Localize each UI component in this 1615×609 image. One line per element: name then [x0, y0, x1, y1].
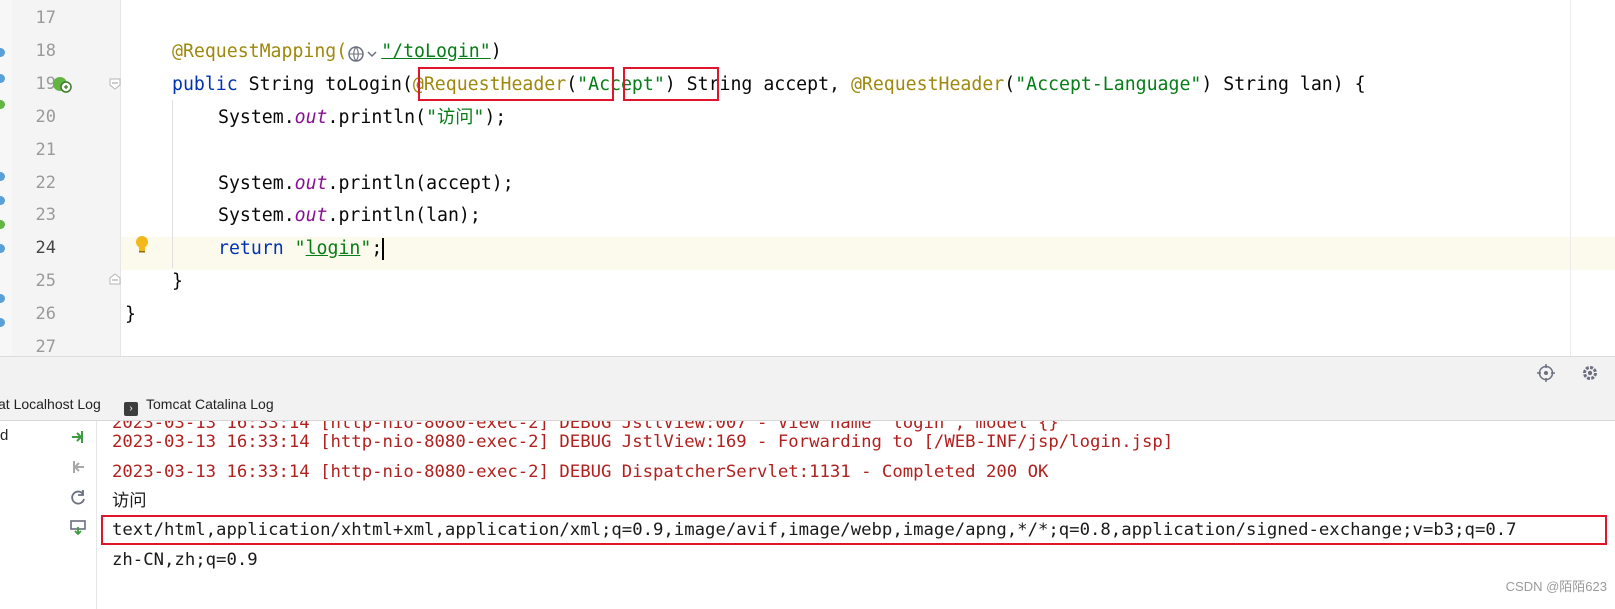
log-line: 2023-03-13 16:33:14 [http-nio-8080-exec-… — [112, 432, 1174, 452]
line-number: 20 — [35, 107, 56, 127]
line-number-current: 24 — [35, 238, 56, 258]
tab-catalina-log[interactable]: › Tomcat Catalina Log — [124, 389, 274, 420]
services-panel[interactable]: d — [0, 421, 61, 609]
class-icon — [0, 172, 5, 181]
watermark: CSDN @陌陌623 — [1505, 579, 1607, 594]
class-icon — [0, 100, 5, 109]
code-token: ( — [1004, 74, 1016, 95]
code-token: ; — [371, 238, 383, 259]
annotation: @RequestMapping( — [172, 41, 348, 62]
code-editor[interactable]: 17 18 19 20 21 22 23 24 25 26 27 @Reques… — [0, 0, 1615, 356]
indent-guide — [172, 100, 173, 268]
log-line: 2023-03-13 16:33:14 [http-nio-8080-exec-… — [112, 462, 1049, 482]
line-number: 25 — [35, 271, 56, 291]
bean-method-icon[interactable] — [50, 72, 74, 96]
code-token: ( — [566, 74, 578, 95]
output-line-accept: text/html,application/xhtml+xml,applicat… — [112, 520, 1517, 540]
log-tabs: at Localhost Log › Tomcat Catalina Log — [0, 389, 1615, 421]
string-literal: "访问" — [426, 107, 485, 128]
output-line-language: zh-CN,zh;q=0.9 — [112, 550, 258, 570]
string-literal: "Accept" — [577, 74, 665, 95]
line-number-gutter[interactable]: 17 18 19 20 21 22 23 24 25 26 27 — [12, 0, 121, 356]
line-number: 21 — [35, 140, 56, 160]
annotation: @RequestHeader — [850, 74, 1005, 95]
console-toolbar — [60, 421, 97, 609]
code-line-26[interactable]: } — [125, 298, 136, 331]
tab-label: at Localhost Log — [0, 396, 101, 412]
code-token: System. — [218, 205, 295, 226]
string-quote: " — [283, 238, 306, 259]
static-field: out — [294, 205, 328, 226]
code-line-24[interactable]: return "login"; — [218, 232, 385, 265]
line-number: 26 — [35, 304, 56, 324]
console-output[interactable]: 2023-03-13 16:33:14 [http-nio-8080-exec-… — [97, 421, 1615, 609]
text-caret — [382, 238, 385, 260]
tab-localhost-log[interactable]: at Localhost Log — [0, 389, 101, 420]
line-number: 22 — [35, 173, 56, 193]
line-number: 23 — [35, 205, 56, 225]
tab-label: Tomcat Catalina Log — [146, 396, 274, 412]
class-icon — [0, 294, 5, 303]
output-line: 访问 — [112, 491, 147, 511]
string-literal: "Accept-Language" — [1015, 74, 1202, 95]
class-icon — [0, 196, 5, 205]
line-number: 17 — [35, 8, 56, 28]
code-token: .println(lan); — [327, 205, 481, 226]
tool-window-header — [0, 356, 1615, 390]
string-literal: login — [305, 238, 361, 259]
class-icon — [0, 220, 5, 229]
line-number: 27 — [35, 337, 56, 356]
class-icon — [0, 244, 5, 253]
terminal-icon: › — [124, 402, 138, 416]
web-endpoint-icon[interactable] — [347, 42, 381, 62]
rerun-icon[interactable] — [68, 487, 88, 507]
code-line-22[interactable]: System.out.println(accept); — [218, 167, 514, 200]
print-icon[interactable] — [68, 517, 88, 537]
class-icon — [0, 74, 5, 83]
code-token: ) String accept, — [664, 74, 851, 95]
string-literal: "/toLogin" — [381, 41, 491, 62]
code-line-19[interactable]: public String toLogin(@RequestHeader("Ac… — [172, 68, 1366, 101]
code-line-18[interactable]: @RequestMapping( "/toLogin") — [172, 35, 502, 68]
fold-icon[interactable] — [108, 272, 122, 286]
annotation: @RequestHeader — [412, 74, 567, 95]
bulb-icon[interactable] — [134, 234, 150, 254]
static-field: out — [294, 173, 328, 194]
gear-icon[interactable] — [1580, 363, 1600, 383]
line-number: 18 — [35, 41, 56, 61]
code-token: .println(accept); — [327, 173, 514, 194]
code-token: System. — [218, 173, 295, 194]
scroll-up-icon[interactable] — [68, 427, 88, 447]
code-line-20[interactable]: System.out.println("访问"); — [218, 101, 506, 134]
string-quote: " — [360, 238, 372, 259]
right-margin-guide — [1570, 0, 1571, 356]
code-line-23[interactable]: System.out.println(lan); — [218, 199, 481, 232]
services-item-label: d — [0, 427, 9, 444]
crosshair-icon[interactable] — [1536, 363, 1556, 383]
scroll-down-icon[interactable] — [68, 457, 88, 477]
keyword: return — [218, 238, 284, 259]
class-icon — [0, 48, 5, 57]
code-token: .println( — [327, 107, 427, 128]
static-field: out — [294, 107, 328, 128]
code-token: System. — [218, 107, 295, 128]
code-token: ) — [490, 41, 502, 62]
code-token: ); — [484, 107, 507, 128]
project-tree-edge — [0, 0, 12, 356]
class-icon — [0, 318, 5, 327]
code-line-25[interactable]: } — [172, 265, 183, 298]
keyword: public — [172, 74, 238, 95]
code-token: ) String lan) { — [1201, 74, 1366, 95]
code-token: String toLogin( — [237, 74, 413, 95]
fold-icon[interactable] — [108, 77, 122, 91]
